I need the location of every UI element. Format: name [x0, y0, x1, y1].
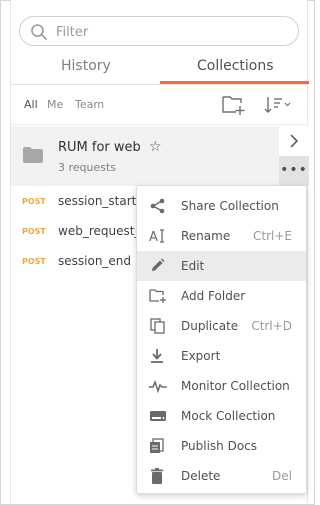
menu-item-label: Share Collection — [181, 199, 279, 213]
request-method: POST — [22, 227, 46, 236]
expand-collection-button[interactable] — [279, 126, 309, 156]
sort-icon[interactable] — [263, 95, 293, 115]
menu-item-label: Edit — [181, 259, 205, 273]
menu-item-delete[interactable]: Delete Del — [137, 461, 306, 491]
chevron-right-icon — [290, 134, 299, 148]
request-method: POST — [22, 257, 46, 266]
request-item[interactable]: POST session_start — [11, 187, 141, 217]
menu-item-label: Monitor Collection — [181, 379, 290, 393]
request-name: session_end — [58, 254, 132, 268]
svg-text:A: A — [149, 230, 158, 244]
menu-item-label: Publish Docs — [181, 439, 258, 453]
collection-item[interactable]: RUM for web ☆ 3 requests — [11, 126, 279, 186]
pencil-icon — [152, 258, 165, 271]
menu-item-mock-collection[interactable]: Mock Collection — [137, 401, 306, 431]
request-item[interactable]: POST session_end — [11, 247, 141, 277]
menu-item-label: Export — [181, 349, 221, 363]
filter-me[interactable]: Me — [47, 98, 63, 111]
menu-item-shortcut: Ctrl+D — [251, 319, 292, 333]
monitor-icon — [149, 379, 167, 394]
menu-item-monitor-collection[interactable]: Monitor Collection — [137, 371, 306, 401]
mock-icon — [150, 411, 166, 421]
publish-docs-icon — [150, 438, 164, 453]
filter-all[interactable]: All — [24, 98, 38, 111]
menu-item-label: Duplicate — [181, 319, 239, 333]
more-options-button[interactable]: ••• — [279, 156, 309, 186]
menu-item-share-collection[interactable]: Share Collection — [137, 191, 306, 221]
menu-item-label: Add Folder — [181, 289, 246, 303]
folder-icon — [23, 147, 43, 163]
search-icon — [31, 24, 47, 40]
menu-item-rename[interactable]: A Rename Ctrl+E — [137, 221, 306, 251]
request-name: session_start — [58, 194, 137, 208]
menu-item-add-folder[interactable]: Add Folder — [137, 281, 306, 311]
active-tab-indicator — [160, 81, 309, 84]
request-item[interactable]: POST web_request_ — [11, 217, 141, 247]
collection-request-count: 3 requests — [58, 161, 117, 174]
filter-team[interactable]: Team — [75, 98, 104, 111]
export-icon — [151, 349, 163, 363]
tab-collections[interactable]: Collections — [197, 58, 274, 74]
collection-name: RUM for web — [58, 140, 141, 155]
menu-item-duplicate[interactable]: Duplicate Ctrl+D — [137, 311, 306, 341]
collection-filter-bar: All Me Team — [11, 85, 309, 125]
rename-icon: A — [149, 229, 164, 244]
menu-item-edit[interactable]: Edit — [137, 251, 306, 281]
menu-item-label: Delete — [181, 469, 221, 483]
trash-icon — [151, 468, 163, 484]
menu-item-shortcut: Ctrl+E — [253, 229, 292, 243]
request-name: web_request_ — [58, 224, 141, 238]
tab-history[interactable]: History — [61, 58, 111, 74]
new-collection-icon[interactable] — [221, 94, 247, 116]
menu-item-label: Mock Collection — [181, 409, 276, 423]
menu-item-label: Rename — [181, 229, 231, 243]
filter-input[interactable] — [56, 22, 286, 42]
tab-bar: History Collections — [11, 52, 309, 85]
collection-context-menu: Share Collection A Rename Ctrl+E Edit Ad… — [136, 185, 307, 494]
menu-item-shortcut: Del — [272, 469, 292, 483]
menu-item-publish-docs[interactable]: Publish Docs — [137, 431, 306, 461]
share-icon — [150, 198, 165, 214]
search-box[interactable] — [19, 16, 299, 46]
star-icon[interactable]: ☆ — [149, 139, 162, 155]
add-folder-icon — [149, 289, 166, 303]
menu-item-export[interactable]: Export — [137, 341, 306, 371]
duplicate-icon — [150, 318, 165, 334]
request-method: POST — [22, 197, 46, 206]
